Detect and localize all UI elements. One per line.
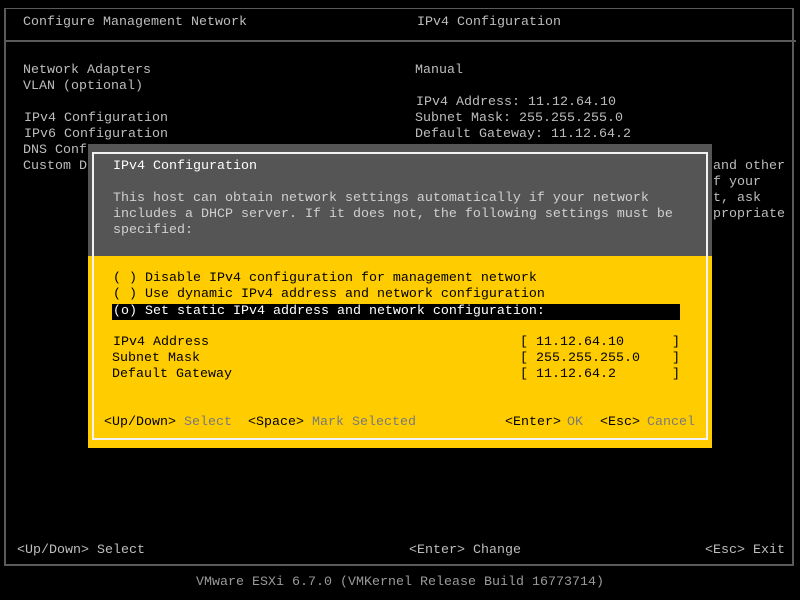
ok-button-key[interactable]: <Enter> [505,415,561,431]
option-dynamic-ipv4[interactable]: ( ) Use dynamic IPv4 address and network… [113,287,545,303]
bottom-hint-exit: <Esc> Exit [705,543,785,558]
menu-item-network-adapters[interactable]: Network Adapters [23,63,151,79]
menu-item-ipv6[interactable]: IPv6 Configuration [24,127,168,143]
option-disable-ipv4[interactable]: ( ) Disable IPv4 configuration for manag… [113,271,537,287]
field-label-default-gateway: Default Gateway [112,367,232,382]
dialog-description-line: includes a DHCP server. If it does not, … [113,207,673,222]
bottom-hint-select: <Up/Down> Select [17,543,145,558]
dialog-description-line: This host can obtain network settings au… [113,191,649,206]
detail-text-fragment: f your [713,175,761,190]
field-bracket-open: [ [520,367,528,382]
dialog-title: IPv4 Configuration [113,159,257,174]
section-title: IPv4 Configuration [417,15,561,30]
bottom-hint-change: <Enter> Change [409,543,521,558]
field-bracket-close: ] [672,351,680,366]
hint-updown-key: <Up/Down> [104,415,176,430]
detail-text-fragment: propriate [713,207,785,222]
menu-item-dns[interactable]: DNS Conf [23,143,87,159]
field-bracket-open: [ [520,335,528,350]
detail-mask: Subnet Mask: 255.255.255.0 [415,111,623,126]
cancel-button[interactable]: Cancel [647,415,695,431]
option-static-ipv4-selected[interactable]: (o) Set static IPv4 address and network … [112,304,680,320]
field-input-subnet-mask[interactable]: 255.255.255.0 [536,351,640,367]
dialog-description-line: specified: [113,223,193,238]
hint-space-key: <Space> [248,415,304,430]
version-footer: VMware ESXi 6.7.0 (VMKernel Release Buil… [196,575,604,590]
hint-space-label: Mark Selected [312,415,416,430]
field-bracket-open: [ [520,351,528,366]
ok-button[interactable]: OK [567,415,583,431]
hint-updown-label: Select [184,415,232,430]
option-static-ipv4-label: (o) Set static IPv4 address and network … [113,304,545,319]
field-input-ipv4-address[interactable]: 11.12.64.10 [536,335,624,351]
header-divider [4,40,796,42]
detail-text-fragment: t, ask [713,191,761,206]
field-bracket-close: ] [672,335,680,350]
menu-item-ipv4[interactable]: IPv4 Configuration [24,111,168,127]
menu-item-vlan[interactable]: VLAN (optional) [23,79,143,95]
detail-mode: Manual [415,63,463,78]
field-input-default-gateway[interactable]: 11.12.64.2 [536,367,616,383]
field-label-subnet-mask: Subnet Mask [112,351,200,366]
page-title: Configure Management Network [23,15,247,30]
menu-item-custom-dns[interactable]: Custom D [23,159,87,175]
cancel-button-key[interactable]: <Esc> [600,415,640,431]
field-label-ipv4-address: IPv4 Address [113,335,209,350]
detail-text-fragment: and other [713,159,785,174]
field-bracket-close: ] [672,367,680,382]
detail-gateway: Default Gateway: 11.12.64.2 [415,127,631,142]
detail-ipv4: IPv4 Address: 11.12.64.10 [416,95,616,110]
ipv4-configuration-dialog: IPv4 Configuration This host can obtain … [88,144,712,448]
